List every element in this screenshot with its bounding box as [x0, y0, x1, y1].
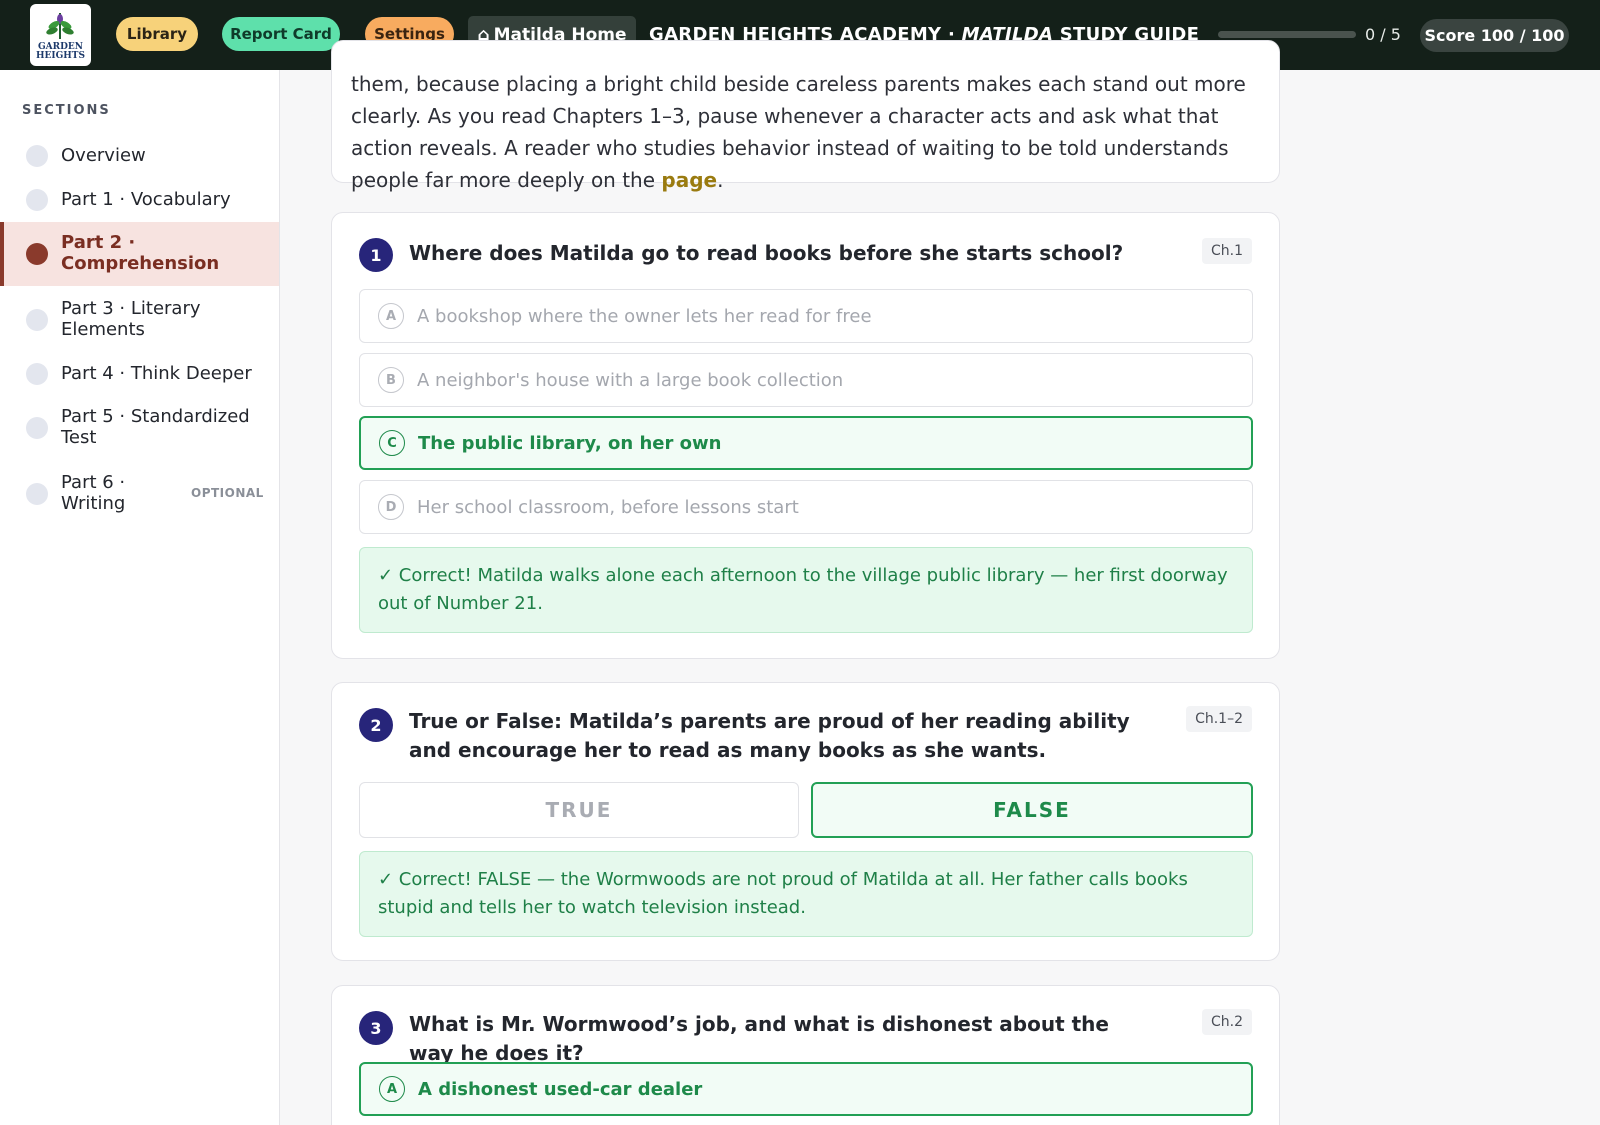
answer-option-a[interactable]: A A dishonest used-car dealer — [359, 1062, 1253, 1116]
true-button[interactable]: TRUE — [359, 782, 799, 838]
question-number: 1 — [359, 238, 393, 272]
status-dot — [26, 145, 48, 167]
laurel-logo-icon — [46, 13, 74, 39]
sidebar-item-vocabulary[interactable]: Part 1 · Vocabulary — [0, 178, 279, 222]
chapter-tag: Ch.1 — [1201, 238, 1252, 264]
status-dot — [26, 483, 48, 505]
sidebar-item-label: Part 6 · Writing — [61, 472, 126, 514]
option-letter: B — [378, 367, 404, 393]
sidebar-item-think-deeper[interactable]: Part 4 · Think Deeper — [0, 352, 279, 396]
status-dot — [26, 363, 48, 385]
school-logo[interactable]: GARDEN HEIGHTS — [30, 4, 91, 66]
false-button[interactable]: FALSE — [811, 782, 1253, 838]
option-letter: A — [378, 303, 404, 329]
intro-paragraph: them, because placing a bright child bes… — [351, 72, 1246, 192]
question-number: 3 — [359, 1011, 393, 1045]
sidebar-item-label: Part 3 · Literary Elements — [61, 298, 201, 340]
chapter-tag: Ch.2 — [1201, 1009, 1252, 1035]
answer-option-c[interactable]: C The public library, on her own — [359, 416, 1253, 470]
option-text: A bookshop where the owner lets her read… — [417, 305, 872, 327]
question-text: True or False: Matilda’s parents are pro… — [409, 709, 1130, 762]
status-dot — [26, 189, 48, 211]
sidebar-item-literary-elements[interactable]: Part 3 · Literary Elements — [0, 288, 279, 352]
sidebar-item-label: Part 1 · Vocabulary — [61, 189, 231, 210]
option-letter: D — [378, 494, 404, 520]
question-text: What is Mr. Wormwood’s job, and what is … — [409, 1012, 1109, 1065]
question-card: 2 True or False: Matilda’s parents are p… — [331, 682, 1280, 961]
progress-bar — [1218, 31, 1356, 38]
answer-option-d[interactable]: D Her school classroom, before lessons s… — [359, 480, 1253, 534]
option-text: A neighbor's house with a large book col… — [417, 369, 844, 391]
sidebar-item-label: Part 2 · Comprehension — [61, 232, 220, 274]
option-text: A dishonest used-car dealer — [418, 1078, 703, 1100]
feedback-message: ✓ Correct! FALSE — the Wormwoods are not… — [359, 851, 1253, 937]
sidebar-item-comprehension[interactable]: Part 2 · Comprehension — [0, 222, 279, 286]
status-dot — [26, 243, 48, 265]
status-dot — [26, 309, 48, 331]
sidebar-item-label: Overview — [61, 145, 146, 166]
feedback-message: ✓ Correct! Matilda walks alone each afte… — [359, 547, 1253, 633]
sidebar-item-standardized-test[interactable]: Part 5 · Standardized Test — [0, 396, 279, 460]
question-number: 2 — [359, 708, 393, 742]
status-dot — [26, 417, 48, 439]
option-text: Her school classroom, before lessons sta… — [417, 496, 799, 518]
chapter-tag: Ch.1–2 — [1186, 706, 1252, 732]
sidebar-item-overview[interactable]: Overview — [0, 134, 279, 178]
question-text: Where does Matilda go to read books befo… — [409, 241, 1124, 265]
option-letter: C — [379, 430, 405, 456]
sidebar-item-label: Part 5 · Standardized Test — [61, 406, 250, 448]
sidebar-item-label: Part 4 · Think Deeper — [61, 363, 252, 384]
logo-text: GARDEN HEIGHTS — [36, 42, 85, 61]
sidebar-item-writing[interactable]: Part 6 · Writing OPTIONAL — [0, 462, 279, 526]
question-card: 3 What is Mr. Wormwood’s job, and what i… — [331, 985, 1280, 1125]
optional-badge: OPTIONAL — [191, 486, 264, 500]
answer-option-b[interactable]: B A neighbor's house with a large book c… — [359, 353, 1253, 407]
question-card: 1 Where does Matilda go to read books be… — [331, 212, 1280, 659]
sidebar: SECTIONS Overview Part 1 · Vocabulary Pa… — [0, 70, 280, 1125]
report-card-button[interactable]: Report Card — [222, 17, 340, 51]
highlighted-word[interactable]: page — [661, 168, 717, 192]
option-letter: A — [379, 1076, 405, 1102]
progress-count: 0 / 5 — [1365, 25, 1401, 44]
library-button[interactable]: Library — [116, 17, 198, 51]
answer-option-a[interactable]: A A bookshop where the owner lets her re… — [359, 289, 1253, 343]
score-badge: Score 100 / 100 — [1420, 19, 1569, 52]
option-text: The public library, on her own — [418, 432, 722, 454]
sidebar-heading: SECTIONS — [22, 103, 111, 118]
